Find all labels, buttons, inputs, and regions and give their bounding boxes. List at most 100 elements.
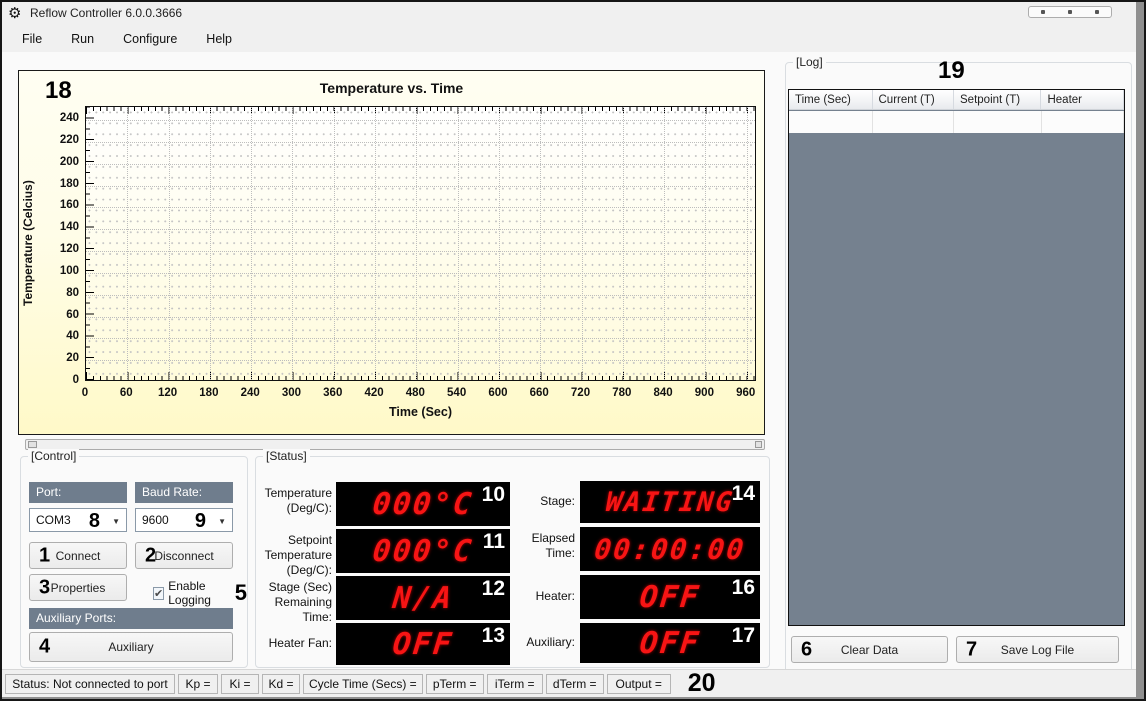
x-tick-label: 300	[281, 387, 302, 399]
y-gridline	[86, 316, 755, 318]
log-empty-cell	[1042, 111, 1124, 133]
chart-horizontal-scrollbar[interactable]	[25, 439, 765, 450]
y-tick-label: 200	[59, 155, 79, 168]
x-gridline	[705, 107, 707, 380]
y-gridline	[86, 120, 755, 122]
x-gridline	[622, 107, 624, 380]
window-frame-bottom	[2, 697, 1144, 699]
log-empty-cell	[954, 111, 1042, 133]
x-tick-label: 0	[81, 387, 89, 399]
heater-label: Heater:	[535, 589, 575, 603]
annotation-1: 1	[39, 544, 51, 566]
menu-help[interactable]: Help	[196, 29, 242, 49]
status-group: [Status] Temperature (Deg/C): 000°C 10 Setp…	[255, 449, 770, 668]
auxiliary-display: OFF 17	[580, 623, 760, 663]
menu-run[interactable]: Run	[61, 29, 104, 49]
y-gridline	[86, 294, 755, 296]
x-tick-label: 180	[199, 387, 219, 399]
port-combobox[interactable]: COM3 8 ▼	[29, 508, 127, 532]
save-log-button-label: Save Log File	[1000, 642, 1075, 657]
annotation-16: 16	[731, 576, 755, 599]
statusbar-segment-dterm: dTerm =	[545, 673, 604, 694]
enable-logging-checkbox[interactable]: ✔	[153, 586, 165, 600]
y-tick-label: 40	[66, 330, 79, 343]
control-group-label: [Control]	[28, 449, 80, 463]
port-label: Port:	[29, 482, 127, 503]
log-empty-row	[789, 111, 1124, 133]
menu-bar: File Run Configure Help	[2, 26, 1136, 52]
window-controls	[1028, 6, 1112, 18]
y-tick-label: 100	[59, 264, 79, 277]
chevron-down-icon[interactable]: ▼	[112, 517, 120, 526]
temperature-chart: 18 Temperature vs. Time Temperature (Cel…	[18, 70, 765, 435]
clear-data-button[interactable]: 6 Clear Data	[791, 636, 948, 663]
y-gridline	[86, 163, 755, 165]
title-bar: ⚙ Reflow Controller 6.0.0.3666	[2, 2, 1136, 26]
log-column-heater[interactable]: Heater	[1041, 90, 1124, 109]
log-group-label: [Log]	[793, 55, 826, 69]
statusbar-segment-kp: Kp =	[178, 673, 218, 694]
log-empty-cell	[789, 111, 873, 133]
annotation-7: 7	[966, 638, 978, 660]
log-column-setpoint-t[interactable]: Setpoint (T)	[954, 90, 1042, 109]
annotation-19: 19	[938, 57, 965, 84]
y-gridline	[86, 185, 755, 187]
statusbar-segment-kd: Kd =	[262, 673, 300, 694]
y-tick-label: 60	[66, 308, 79, 321]
y-gridline	[86, 251, 755, 253]
chart-y-axis-label: Temperature (Celcius)	[21, 180, 35, 307]
properties-button[interactable]: 3 Properties	[29, 574, 127, 601]
log-table: Time (Sec) Current (T) Setpoint (T) Heater	[788, 89, 1125, 626]
menu-file[interactable]: File	[12, 29, 52, 49]
x-tick-label: 900	[694, 387, 714, 399]
annotation-9: 9	[194, 510, 206, 532]
stage-display: WAITING 14	[580, 481, 760, 523]
x-gridline	[540, 107, 542, 380]
log-column-time-sec[interactable]: Time (Sec)	[789, 90, 873, 109]
heater-display: OFF 16	[580, 575, 760, 619]
x-gridline	[292, 107, 294, 380]
chart-title: Temperature vs. Time	[319, 80, 464, 96]
app-gear-icon: ⚙	[8, 5, 22, 22]
x-tick-label: 780	[612, 387, 632, 399]
auxiliary-ports-label: Auxiliary Ports:	[29, 608, 233, 629]
x-tick-label: 120	[157, 387, 178, 399]
app-window: ⚙ Reflow Controller 6.0.0.3666 File Run Co…	[0, 0, 1146, 701]
y-tick-label: 140	[59, 221, 79, 234]
clear-data-button-label: Clear Data	[840, 642, 899, 657]
minimize-button[interactable]	[1029, 7, 1056, 17]
x-gridline	[416, 107, 418, 380]
y-gridline	[86, 207, 755, 209]
x-gridline	[375, 107, 377, 380]
x-tick-label: 240	[240, 387, 260, 399]
y-tick-label: 120	[59, 243, 79, 256]
window-frame-right	[1136, 2, 1144, 699]
y-tick-label: 0	[72, 374, 79, 386]
statusbar-segment-ki: Ki =	[221, 673, 259, 694]
y-gridline	[86, 141, 755, 143]
statusbar-segment-iterm: iTerm =	[486, 673, 543, 694]
annotation-6: 6	[801, 638, 813, 660]
log-column-current-t[interactable]: Current (T)	[873, 90, 955, 109]
menu-configure[interactable]: Configure	[113, 29, 187, 49]
disconnect-button-label: Disconnect	[154, 548, 214, 563]
scrollbar-thumb[interactable]	[28, 441, 37, 448]
scrollbar-end-box[interactable]	[755, 441, 762, 448]
statusbar-segment-cycle-time-secs: Cycle Time (Secs) =	[303, 673, 423, 694]
auxiliary-button[interactable]: 4 Auxiliary	[29, 632, 233, 662]
elapsed-time-label: Elapsed Time:	[531, 531, 575, 560]
properties-button-label: Properties	[50, 580, 106, 595]
auxiliary-button-label: Auxiliary	[108, 640, 154, 654]
maximize-button[interactable]	[1056, 7, 1083, 17]
x-tick-label: 540	[447, 387, 467, 399]
save-log-button[interactable]: 7 Save Log File	[956, 636, 1119, 663]
chevron-down-icon[interactable]: ▼	[218, 517, 226, 526]
x-tick-label: 660	[529, 387, 549, 399]
connect-button[interactable]: 1 Connect	[29, 542, 127, 569]
annotation-17: 17	[731, 624, 755, 647]
x-gridline	[251, 107, 253, 380]
x-tick-label: 360	[323, 387, 343, 399]
annotation-20: 20	[687, 669, 716, 697]
y-gridline	[86, 338, 755, 340]
close-button[interactable]	[1084, 7, 1111, 17]
